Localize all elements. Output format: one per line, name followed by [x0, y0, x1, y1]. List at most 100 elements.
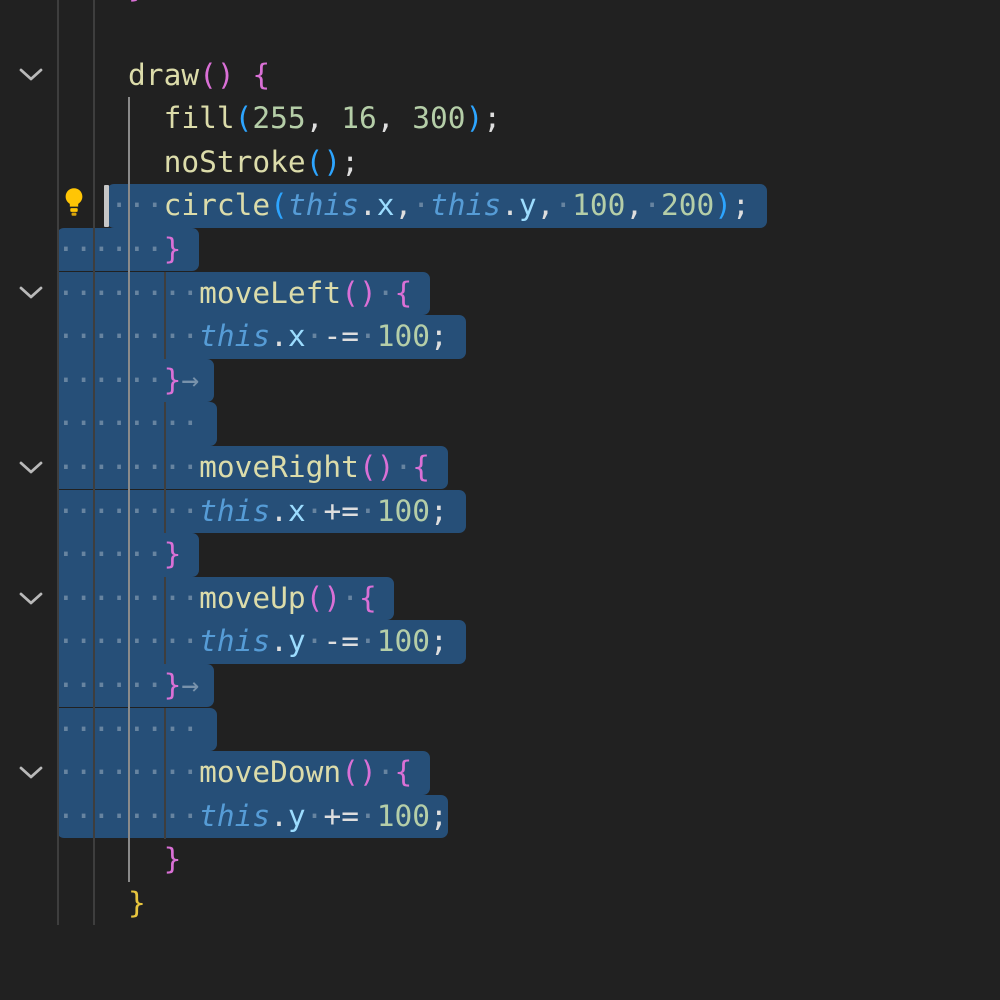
code-line[interactable]: draw() {	[57, 54, 270, 98]
code-token: ()	[306, 581, 342, 615]
code-token: ,	[377, 101, 413, 135]
code-token: moveRight	[199, 450, 359, 484]
code-token: {	[359, 581, 377, 615]
code-line[interactable]: ········	[57, 708, 199, 752]
code-line[interactable]: noStroke();	[57, 141, 359, 185]
code-token: y	[288, 799, 306, 833]
code-editor[interactable]: } draw() { fill(255, 16, 300); noStroke(…	[0, 0, 1000, 1000]
code-token: x	[288, 494, 306, 528]
fold-chevron-icon[interactable]	[17, 590, 45, 608]
code-token: ;	[341, 145, 359, 179]
fold-chevron-icon[interactable]	[17, 459, 45, 477]
whitespace-dots: ········	[57, 406, 199, 440]
code-token: this	[199, 494, 270, 528]
tab-arrow-icon: →	[181, 668, 199, 702]
whitespace-dots: ········	[57, 755, 199, 789]
code-line[interactable]: ········moveLeft()·{	[57, 272, 412, 316]
code-token: +=	[323, 494, 359, 528]
whitespace-dots: ·	[341, 581, 359, 615]
code-token	[57, 0, 128, 4]
code-token: ;	[483, 101, 501, 135]
code-line[interactable]: ······}	[57, 228, 181, 272]
code-line[interactable]: ······}→	[57, 359, 199, 403]
code-token: .	[270, 799, 288, 833]
whitespace-dots: ········	[57, 276, 199, 310]
code-line[interactable]: }	[57, 882, 146, 926]
code-line[interactable]: ········this.y·+=·100;	[57, 795, 448, 839]
code-line[interactable]: }	[57, 0, 146, 10]
code-token	[57, 101, 164, 135]
code-token: 300	[412, 101, 465, 135]
code-token: 100	[377, 494, 430, 528]
code-token: ;	[430, 494, 448, 528]
code-token: ()	[199, 58, 235, 92]
code-token: fill	[164, 101, 235, 135]
code-token: {	[252, 58, 270, 92]
code-line[interactable]: ········this.y·-=·100;	[57, 620, 448, 664]
whitespace-dots: ······	[57, 537, 164, 571]
code-token: .	[270, 624, 288, 658]
code-line[interactable]: ········moveDown()·{	[57, 751, 412, 795]
code-token: 255	[252, 101, 305, 135]
code-token: 100	[377, 624, 430, 658]
code-token: 100	[377, 799, 430, 833]
code-token: moveDown	[199, 755, 341, 789]
code-line[interactable]: ········moveRight()·{	[57, 446, 430, 490]
code-token: }	[164, 537, 182, 571]
code-token: )	[466, 101, 484, 135]
code-line[interactable]: ······}→	[57, 664, 199, 708]
whitespace-dots: ·	[306, 799, 324, 833]
code-line[interactable]: ···circle(this.x,·this.y,·100,·200);	[57, 184, 750, 228]
whitespace-dots: ·	[359, 799, 377, 833]
whitespace-dots: ········	[57, 494, 199, 528]
code-token: x	[377, 188, 395, 222]
fold-chevron-icon[interactable]	[17, 764, 45, 782]
code-token: ;	[430, 319, 448, 353]
code-line[interactable]: ········this.x·+=·100;	[57, 490, 448, 534]
code-token: 16	[341, 101, 377, 135]
code-token: this	[288, 188, 359, 222]
whitespace-dots: ·	[306, 494, 324, 528]
code-line[interactable]: ········moveUp()·{	[57, 577, 377, 621]
code-token: }	[164, 363, 182, 397]
code-token: ,	[395, 188, 413, 222]
code-line[interactable]: ······}	[57, 533, 181, 577]
code-token: +=	[323, 799, 359, 833]
code-token: ,	[537, 188, 555, 222]
whitespace-dots: ······	[57, 363, 164, 397]
code-token: this	[199, 319, 270, 353]
code-token	[235, 58, 253, 92]
code-line[interactable]: fill(255, 16, 300);	[57, 97, 501, 141]
code-token: ()	[359, 450, 395, 484]
fold-chevron-icon[interactable]	[17, 66, 45, 84]
code-token: ()	[341, 755, 377, 789]
code-token: this	[199, 799, 270, 833]
code-token: ;	[430, 624, 448, 658]
whitespace-dots: ······	[57, 668, 164, 702]
code-line[interactable]: ········	[57, 402, 199, 446]
code-token: 100	[377, 319, 430, 353]
code-token: }	[128, 0, 146, 4]
code-token	[57, 886, 128, 920]
code-line[interactable]: }	[57, 838, 181, 882]
whitespace-dots: ·	[377, 755, 395, 789]
code-token: }	[164, 842, 182, 876]
code-token: .	[359, 188, 377, 222]
lightbulb-icon[interactable]	[59, 186, 89, 218]
fold-chevron-icon[interactable]	[17, 284, 45, 302]
code-token: ;	[430, 799, 448, 833]
whitespace-dots: ········	[57, 319, 199, 353]
code-token: }	[128, 886, 146, 920]
code-token: .	[501, 188, 519, 222]
whitespace-dots: ·	[394, 450, 412, 484]
whitespace-dots: ·	[643, 188, 661, 222]
code-token: 100	[572, 188, 625, 222]
whitespace-dots: ·	[412, 188, 430, 222]
whitespace-dots: ···	[110, 188, 163, 222]
whitespace-dots: ·	[359, 624, 377, 658]
code-line[interactable]: ········this.x·-=·100;	[57, 315, 448, 359]
whitespace-dots: ·	[359, 319, 377, 353]
code-token: -=	[323, 624, 359, 658]
code-token: 200	[661, 188, 714, 222]
code-token: (	[235, 101, 253, 135]
